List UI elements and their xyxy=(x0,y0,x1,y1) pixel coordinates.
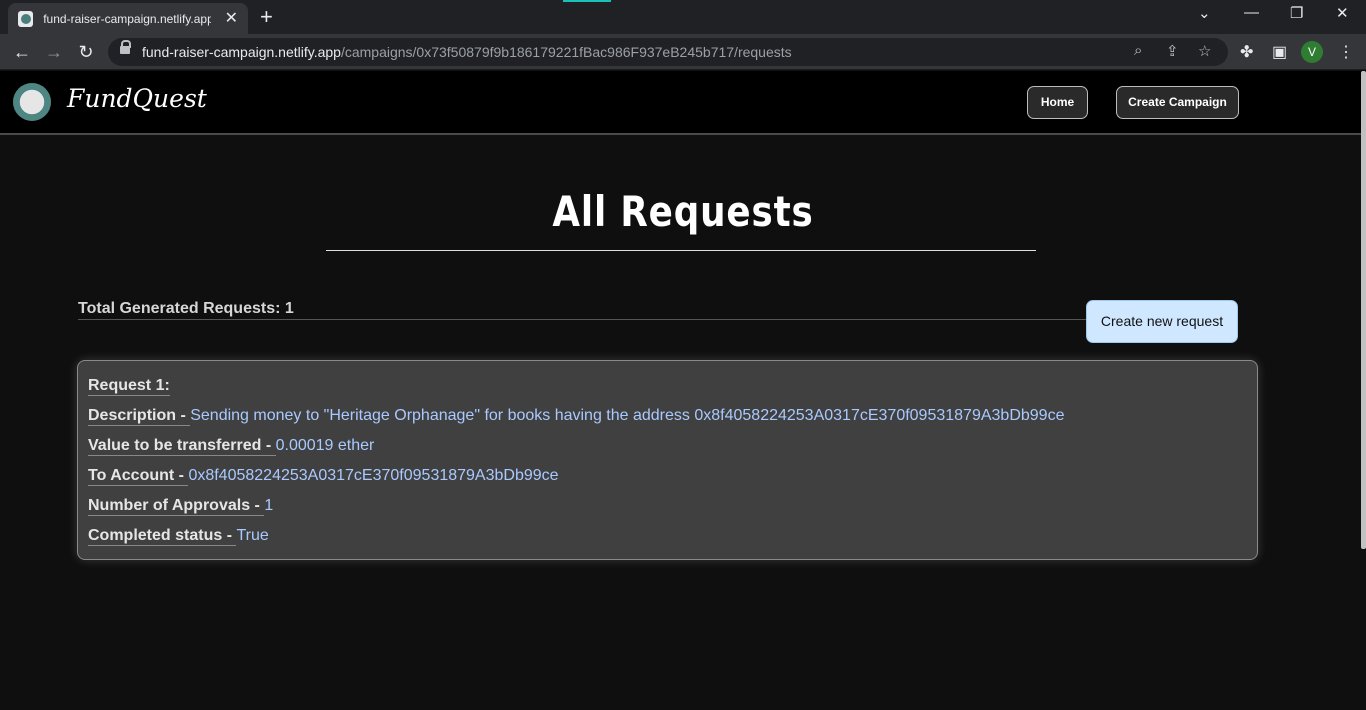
description-row: Description - Sending money to "Heritage… xyxy=(88,407,1065,426)
menu-icon[interactable]: ⋮ xyxy=(1338,42,1354,62)
url-host: fund-raiser-campaign.netlify.app xyxy=(142,44,341,60)
home-button[interactable]: Home xyxy=(1027,86,1088,119)
approvals-label: Number of Approvals - xyxy=(88,497,265,516)
restore-icon[interactable]: ❐ xyxy=(1290,4,1303,22)
extensions-icon[interactable]: ✤ xyxy=(1240,42,1253,62)
minimize-icon[interactable]: — xyxy=(1244,4,1259,21)
side-panel-icon[interactable]: ▣ xyxy=(1272,42,1287,62)
site-favicon-icon xyxy=(18,10,34,27)
address-bar[interactable]: fund-raiser-campaign.netlify.app/campaig… xyxy=(108,38,1228,66)
star-icon[interactable]: ☆ xyxy=(1198,42,1211,60)
request-title-row: Request 1: xyxy=(88,377,170,396)
url-text[interactable]: fund-raiser-campaign.netlify.app/campaig… xyxy=(142,44,792,60)
zoom-icon[interactable]: ⌕ xyxy=(1134,42,1142,59)
tab-search-icon[interactable]: ⌄ xyxy=(1198,4,1211,22)
to-account-row: To Account - 0x8f4058224253A0317cE370f09… xyxy=(88,467,559,486)
brand-name[interactable]: FundQuest xyxy=(67,84,207,113)
approvals-row: Number of Approvals - 1 xyxy=(88,497,274,516)
to-account-label: To Account - xyxy=(88,467,189,486)
request-card: Request 1: Description - Sending money t… xyxy=(77,360,1258,560)
page-content: FundQuest Home Create Campaign All Reque… xyxy=(0,71,1366,710)
browser-tab-bar: fund-raiser-campaign.netlify.app/c ✕ + ⌄… xyxy=(0,0,1366,34)
fundquest-logo-icon[interactable] xyxy=(13,83,51,121)
total-divider xyxy=(78,319,1088,320)
value-row: Value to be transferred - 0.00019 ether xyxy=(88,437,375,456)
to-account-value: 0x8f4058224253A0317cE370f09531879A3bDb99… xyxy=(188,467,559,484)
value-label: Value to be transferred - xyxy=(88,437,276,456)
url-path: /campaigns/0x73f50879f9b186179221fBac986… xyxy=(340,44,792,60)
page-scrollbar[interactable] xyxy=(1361,71,1366,549)
request-title: Request 1: xyxy=(88,377,170,396)
description-label: Description - xyxy=(88,407,191,426)
back-arrow-icon[interactable]: ← xyxy=(10,40,34,64)
close-tab-icon[interactable]: ✕ xyxy=(225,10,238,27)
total-requests-label: Total Generated Requests: 1 xyxy=(78,300,294,317)
description-value: Sending money to "Heritage Orphanage" fo… xyxy=(190,407,1065,424)
create-campaign-button[interactable]: Create Campaign xyxy=(1116,86,1239,119)
profile-avatar[interactable]: V xyxy=(1301,41,1323,63)
lock-icon[interactable] xyxy=(120,40,131,55)
completed-value: True xyxy=(236,527,269,544)
new-tab-button[interactable]: + xyxy=(260,6,273,28)
forward-arrow-icon[interactable]: → xyxy=(42,40,66,64)
create-new-request-button[interactable]: Create new request xyxy=(1086,300,1238,343)
tab-strip-accent xyxy=(563,0,611,2)
site-navbar: FundQuest Home Create Campaign xyxy=(0,71,1366,135)
title-divider xyxy=(326,250,1036,251)
approvals-value: 1 xyxy=(264,497,274,514)
completed-row: Completed status - True xyxy=(88,527,269,546)
browser-tab[interactable]: fund-raiser-campaign.netlify.app/c ✕ xyxy=(8,3,248,34)
completed-label: Completed status - xyxy=(88,527,237,546)
browser-toolbar: ← → ↻ fund-raiser-campaign.netlify.app/c… xyxy=(0,34,1366,70)
share-icon[interactable]: ⇪ xyxy=(1166,42,1179,60)
value-amount: 0.00019 ether xyxy=(275,437,375,454)
reload-icon[interactable]: ↻ xyxy=(74,40,98,64)
page-title: All Requests xyxy=(552,187,814,236)
tab-title: fund-raiser-campaign.netlify.app/c xyxy=(43,11,211,26)
close-window-icon[interactable]: ✕ xyxy=(1336,4,1349,22)
